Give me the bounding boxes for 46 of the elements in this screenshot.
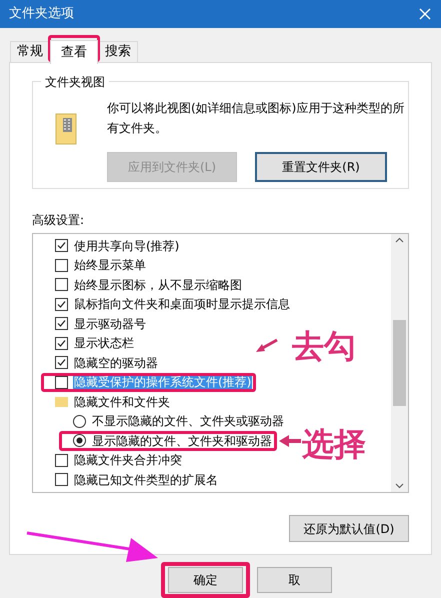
checkbox[interactable] (55, 278, 68, 292)
scrollbar[interactable] (391, 234, 408, 492)
checkbox[interactable] (55, 317, 68, 330)
checkbox[interactable] (55, 376, 68, 389)
annotation-label: 去勾 (292, 330, 356, 362)
list-item-label[interactable]: 不显示隐藏的文件、文件夹或驱动器 (91, 412, 285, 430)
scroll-up-icon[interactable] (395, 237, 404, 243)
folder-button[interactable]: 重置文件夹(R) (255, 152, 387, 182)
section-label: 高级设置: (32, 212, 86, 229)
checkbox[interactable] (55, 336, 68, 350)
description-text: 你可以将此视图(如详细信息或图标)应用于这种类型的所有文件夹。 (107, 100, 406, 137)
list-item-label[interactable]: 使用共享向导(推荐) (73, 236, 180, 255)
restore-defaults-button[interactable]: 还原为默认值(D) (289, 515, 409, 542)
list-item-label[interactable]: 隐藏文件和文件夹 (73, 392, 171, 411)
checkbox[interactable] (55, 473, 68, 486)
scroll-thumb[interactable] (393, 320, 406, 406)
radio-button[interactable] (73, 434, 86, 448)
close-icon[interactable] (418, 7, 432, 21)
list-item-label[interactable]: 始终显示图标，从不显示缩略图 (73, 276, 243, 294)
ok-button[interactable]: 确定 (168, 567, 243, 593)
tab[interactable]: 查看 (50, 40, 98, 64)
list-item-label[interactable]: 隐藏已知文件类型的扩展名 (73, 470, 219, 489)
radio-button[interactable] (73, 414, 86, 428)
folder-icon (55, 396, 68, 408)
arrow-icon (255, 338, 279, 354)
tab[interactable]: 搜索 (98, 41, 138, 62)
annotation-label: 选择 (302, 428, 366, 460)
list-item-label[interactable]: 始终显示菜单 (73, 256, 147, 274)
list-item-label[interactable]: 显示状态栏 (73, 334, 135, 352)
checkbox[interactable] (55, 298, 68, 311)
group-title: 文件夹视图 (41, 73, 109, 91)
arrow-icon (279, 434, 301, 448)
checkbox[interactable] (55, 239, 68, 252)
checkbox[interactable] (55, 258, 68, 272)
arrow-icon (26, 530, 158, 564)
checkbox[interactable] (55, 356, 68, 370)
list-item-label[interactable]: 鼠标指向文件夹和桌面项时显示提示信息 (73, 295, 291, 314)
checkbox[interactable] (55, 454, 68, 467)
tab[interactable]: 常规 (10, 41, 50, 62)
list-item-label[interactable]: 显示驱动器号 (73, 314, 147, 333)
list-item-label[interactable]: 隐藏文件夹合并冲突 (73, 451, 183, 470)
scroll-down-icon[interactable] (395, 483, 404, 489)
window-title: 文件夹选项 (9, 5, 74, 24)
cancel-button[interactable]: 取 (257, 567, 332, 593)
list-item-label[interactable]: 显示隐藏的文件、文件夹和驱动器 (91, 432, 273, 450)
list-item-label[interactable]: 隐藏空的驱动器 (73, 354, 159, 372)
